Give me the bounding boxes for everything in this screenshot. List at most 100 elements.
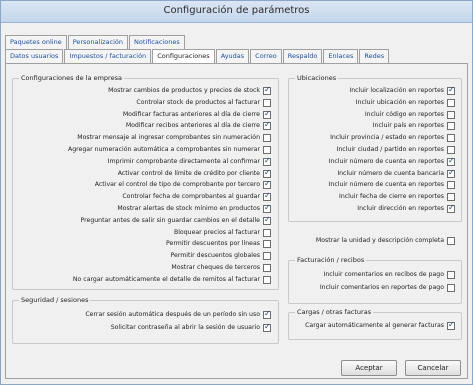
location-setting-checkbox[interactable] bbox=[447, 181, 455, 190]
security-setting-checkbox[interactable] bbox=[263, 322, 271, 332]
company-setting-label: No cargar automáticamente el detalle de … bbox=[72, 275, 260, 283]
company-setting-checkbox[interactable] bbox=[263, 240, 271, 249]
company-setting-row-16[interactable]: No cargar automáticamente el detalle de … bbox=[16, 275, 271, 285]
tab-ayudas[interactable]: Ayudas bbox=[215, 49, 250, 63]
billing-title: Facturación / recibos bbox=[295, 256, 367, 265]
location-setting-checkbox[interactable] bbox=[447, 168, 455, 178]
unit-description-checkbox[interactable] bbox=[447, 237, 455, 245]
company-setting-checkbox[interactable] bbox=[263, 120, 271, 131]
company-settings-title: Configuraciones de la empresa bbox=[19, 74, 124, 83]
company-setting-checkbox[interactable] bbox=[263, 264, 271, 272]
company-setting-row-10[interactable]: Mostrar alertas de stock mínimo en produ… bbox=[16, 203, 271, 214]
company-setting-label: Mostrar alertas de stock mínimo en produ… bbox=[117, 205, 260, 212]
security-setting-row-1[interactable]: Solicitar contraseña al abrir la sesión … bbox=[16, 322, 271, 333]
company-setting-row-5[interactable]: Agregar numeración automática a comproba… bbox=[16, 145, 271, 155]
location-setting-checkbox[interactable] bbox=[447, 134, 455, 143]
accept-button[interactable]: Aceptar bbox=[341, 360, 397, 376]
tab-datos-usuarios[interactable]: Datos usuarios bbox=[5, 49, 64, 63]
company-setting-row-0[interactable]: Mostrar cambios de productos y precios d… bbox=[16, 85, 271, 96]
company-setting-label: Modificar recibos anteriores al día de c… bbox=[125, 122, 260, 130]
company-setting-row-12[interactable]: Bloquear precios al facturar bbox=[16, 228, 271, 238]
loads-setting-checkbox[interactable] bbox=[447, 320, 455, 330]
company-setting-row-9[interactable]: Controlar fecha de comprobantes al guard… bbox=[16, 191, 271, 202]
location-setting-checkbox[interactable] bbox=[447, 203, 455, 213]
tab-redes[interactable]: Redes bbox=[359, 49, 390, 63]
location-setting-row-4[interactable]: Incluir provincia / estado en reportes bbox=[292, 133, 455, 143]
location-setting-label: Incluir ubicación en reportes bbox=[355, 98, 444, 106]
company-setting-checkbox[interactable] bbox=[263, 134, 271, 143]
company-setting-label: Preguntar antes de salir sin guardar cam… bbox=[80, 216, 260, 224]
location-setting-row-0[interactable]: Incluir localización en reportes bbox=[292, 85, 455, 96]
billing-setting-row-0[interactable]: Incluir comentarios en recibos de pago bbox=[292, 270, 455, 280]
company-setting-checkbox[interactable] bbox=[263, 191, 271, 202]
company-setting-checkbox[interactable] bbox=[263, 252, 271, 261]
company-setting-row-15[interactable]: Mostrar cheques de terceros bbox=[16, 263, 271, 273]
company-setting-label: Mostrar cambios de productos y precios d… bbox=[108, 87, 260, 94]
location-setting-checkbox[interactable] bbox=[447, 122, 455, 131]
window-title: Configuración de parámetros bbox=[163, 5, 310, 16]
company-setting-checkbox[interactable] bbox=[263, 179, 271, 190]
company-setting-row-7[interactable]: Activar control de límite de crédito por… bbox=[16, 168, 271, 179]
company-setting-checkbox[interactable] bbox=[263, 203, 271, 213]
location-setting-row-8[interactable]: Incluir número de cuenta en reportes bbox=[292, 180, 455, 190]
company-setting-checkbox[interactable] bbox=[263, 109, 271, 119]
location-setting-label: Incluir fecha de cierre en reportes bbox=[339, 193, 444, 201]
company-setting-row-2[interactable]: Modificar facturas anteriores al día de … bbox=[16, 109, 271, 120]
tab-notificaciones[interactable]: Notificaciones bbox=[129, 35, 185, 49]
billing-setting-label: Incluir comentarios en recibos de pago bbox=[323, 271, 445, 278]
title-bar: Configuración de parámetros bbox=[1, 1, 472, 23]
location-setting-checkbox[interactable] bbox=[447, 85, 455, 95]
company-setting-label: Controlar stock de productos al facturar bbox=[136, 98, 260, 106]
company-setting-checkbox[interactable] bbox=[263, 85, 271, 95]
company-setting-checkbox[interactable] bbox=[263, 228, 271, 237]
config-window: Configuración de parámetros Paquetes onl… bbox=[0, 0, 473, 385]
company-setting-checkbox[interactable] bbox=[263, 215, 271, 225]
tab-enlaces[interactable]: Enlaces bbox=[323, 49, 359, 63]
tab-configuraciones[interactable]: Configuraciones bbox=[152, 49, 215, 63]
cancel-button[interactable]: Cancelar bbox=[405, 360, 461, 376]
tab-row-1: Paquetes online Personalización Notifica… bbox=[5, 35, 186, 49]
location-setting-row-5[interactable]: Incluir ciudad / partido en reportes bbox=[292, 145, 455, 155]
company-setting-row-11[interactable]: Preguntar antes de salir sin guardar cam… bbox=[16, 215, 271, 226]
security-setting-row-0[interactable]: Cerrar sesión automática después de un p… bbox=[16, 309, 271, 320]
company-setting-row-8[interactable]: Activar el control de tipo de comprobant… bbox=[16, 179, 271, 190]
location-setting-row-1[interactable]: Incluir ubicación en reportes bbox=[292, 98, 455, 108]
location-setting-checkbox[interactable] bbox=[447, 193, 455, 202]
company-setting-checkbox[interactable] bbox=[263, 156, 271, 166]
billing-setting-checkbox[interactable] bbox=[447, 271, 455, 279]
company-setting-row-3[interactable]: Modificar recibos anteriores al día de c… bbox=[16, 120, 271, 131]
location-setting-checkbox[interactable] bbox=[447, 146, 455, 154]
tab-respaldo[interactable]: Respaldo bbox=[282, 49, 323, 63]
tab-paquetes-online[interactable]: Paquetes online bbox=[5, 35, 67, 49]
company-setting-row-13[interactable]: Permitir descuentos por líneas bbox=[16, 239, 271, 249]
location-setting-checkbox[interactable] bbox=[447, 156, 455, 166]
security-setting-checkbox[interactable] bbox=[263, 309, 271, 319]
company-setting-checkbox[interactable] bbox=[263, 168, 271, 178]
company-setting-label: Agregar numeración automática a comproba… bbox=[67, 146, 260, 153]
company-setting-row-1[interactable]: Controlar stock de productos al facturar bbox=[16, 98, 271, 108]
location-setting-row-3[interactable]: Incluir país en reportes bbox=[292, 121, 455, 131]
unit-description-row-0[interactable]: Mostrar la unidad y descripción completa bbox=[292, 236, 455, 246]
location-setting-label: Incluir número de cuenta en reportes bbox=[328, 181, 444, 189]
billing-group: Facturación / recibos bbox=[288, 256, 462, 304]
company-setting-checkbox[interactable] bbox=[263, 98, 271, 107]
tab-correo[interactable]: Correo bbox=[250, 49, 282, 63]
company-setting-row-4[interactable]: Mostrar mensaje al ingresar comprobantes… bbox=[16, 133, 271, 143]
billing-setting-checkbox[interactable] bbox=[447, 284, 455, 292]
location-setting-row-9[interactable]: Incluir fecha de cierre en reportes bbox=[292, 192, 455, 202]
loads-setting-row-0[interactable]: Cargar automáticamente al generar factur… bbox=[292, 320, 455, 331]
tab-personalizacion[interactable]: Personalización bbox=[67, 35, 128, 49]
location-setting-checkbox[interactable] bbox=[447, 110, 455, 119]
location-setting-checkbox[interactable] bbox=[447, 98, 455, 107]
company-setting-checkbox[interactable] bbox=[263, 146, 271, 154]
billing-setting-row-1[interactable]: Incluir comentarios en reportes de pago bbox=[292, 283, 455, 293]
company-setting-checkbox[interactable] bbox=[263, 275, 271, 284]
location-setting-row-2[interactable]: Incluir código en reportes bbox=[292, 110, 455, 120]
company-setting-row-14[interactable]: Permitir descuentos globales bbox=[16, 251, 271, 261]
location-setting-row-7[interactable]: Incluir número de cuenta bancaria bbox=[292, 168, 455, 179]
location-setting-label: Incluir código en reportes bbox=[364, 110, 444, 118]
location-setting-row-10[interactable]: Incluir dirección en reportes bbox=[292, 203, 455, 214]
tab-impuestos[interactable]: Impuestos / facturación bbox=[64, 49, 152, 63]
location-setting-row-6[interactable]: Incluir número de cuenta en reportes bbox=[292, 156, 455, 167]
company-setting-row-6[interactable]: Imprimir comprobante directamente al con… bbox=[16, 156, 271, 167]
